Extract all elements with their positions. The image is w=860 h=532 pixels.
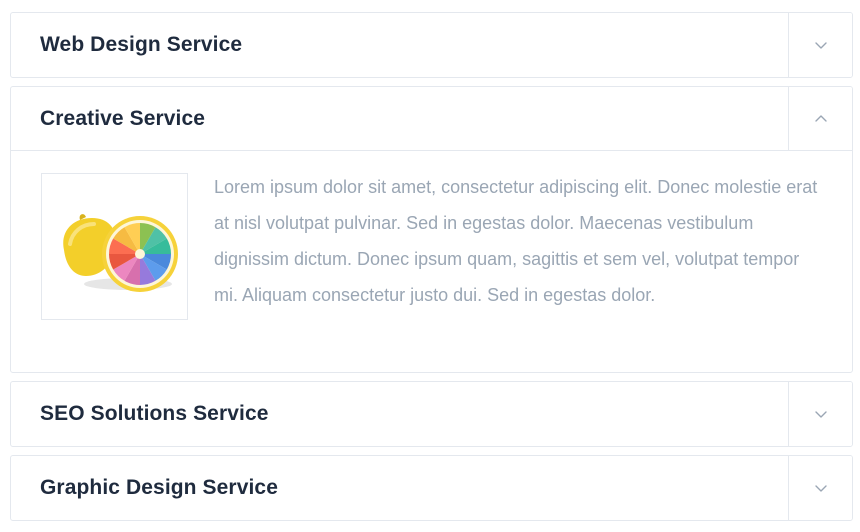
chevron-down-icon (814, 411, 827, 418)
accordion-header-web-design[interactable]: Web Design Service (11, 13, 852, 77)
accordion-body-text: Lorem ipsum dolor sit amet, consectetur … (214, 177, 818, 305)
accordion-toggle-button[interactable] (788, 456, 852, 520)
accordion-toggle-button[interactable] (788, 382, 852, 446)
accordion-item-web-design: Web Design Service (10, 12, 853, 78)
accordion-header-graphic-design[interactable]: Graphic Design Service (11, 456, 852, 520)
accordion-title: Creative Service (40, 106, 206, 130)
accordion-item-seo: SEO Solutions Service (10, 381, 853, 447)
accordion-header-seo[interactable]: SEO Solutions Service (11, 382, 852, 446)
chevron-down-icon (814, 42, 827, 49)
accordion-header-creative[interactable]: Creative Service (11, 87, 852, 151)
chevron-up-icon (814, 114, 827, 122)
accordion-toggle-button[interactable] (788, 13, 852, 77)
services-accordion: Web Design Service Creative Service Lore… (10, 12, 853, 529)
accordion-toggle-button[interactable] (788, 87, 852, 150)
accordion-title: SEO Solutions Service (40, 402, 269, 425)
lemon-color-wheel-icon (62, 213, 178, 292)
chevron-down-icon (814, 485, 827, 492)
accordion-item-graphic-design: Graphic Design Service (10, 455, 853, 521)
accordion-title: Graphic Design Service (40, 476, 278, 499)
accordion-panel-creative: Lorem ipsum dolor sit amet, consectetur … (11, 151, 852, 372)
service-image (41, 173, 188, 320)
accordion-title: Web Design Service (40, 33, 243, 56)
accordion-item-creative: Creative Service Lorem ipsum dolor sit a… (10, 86, 853, 373)
